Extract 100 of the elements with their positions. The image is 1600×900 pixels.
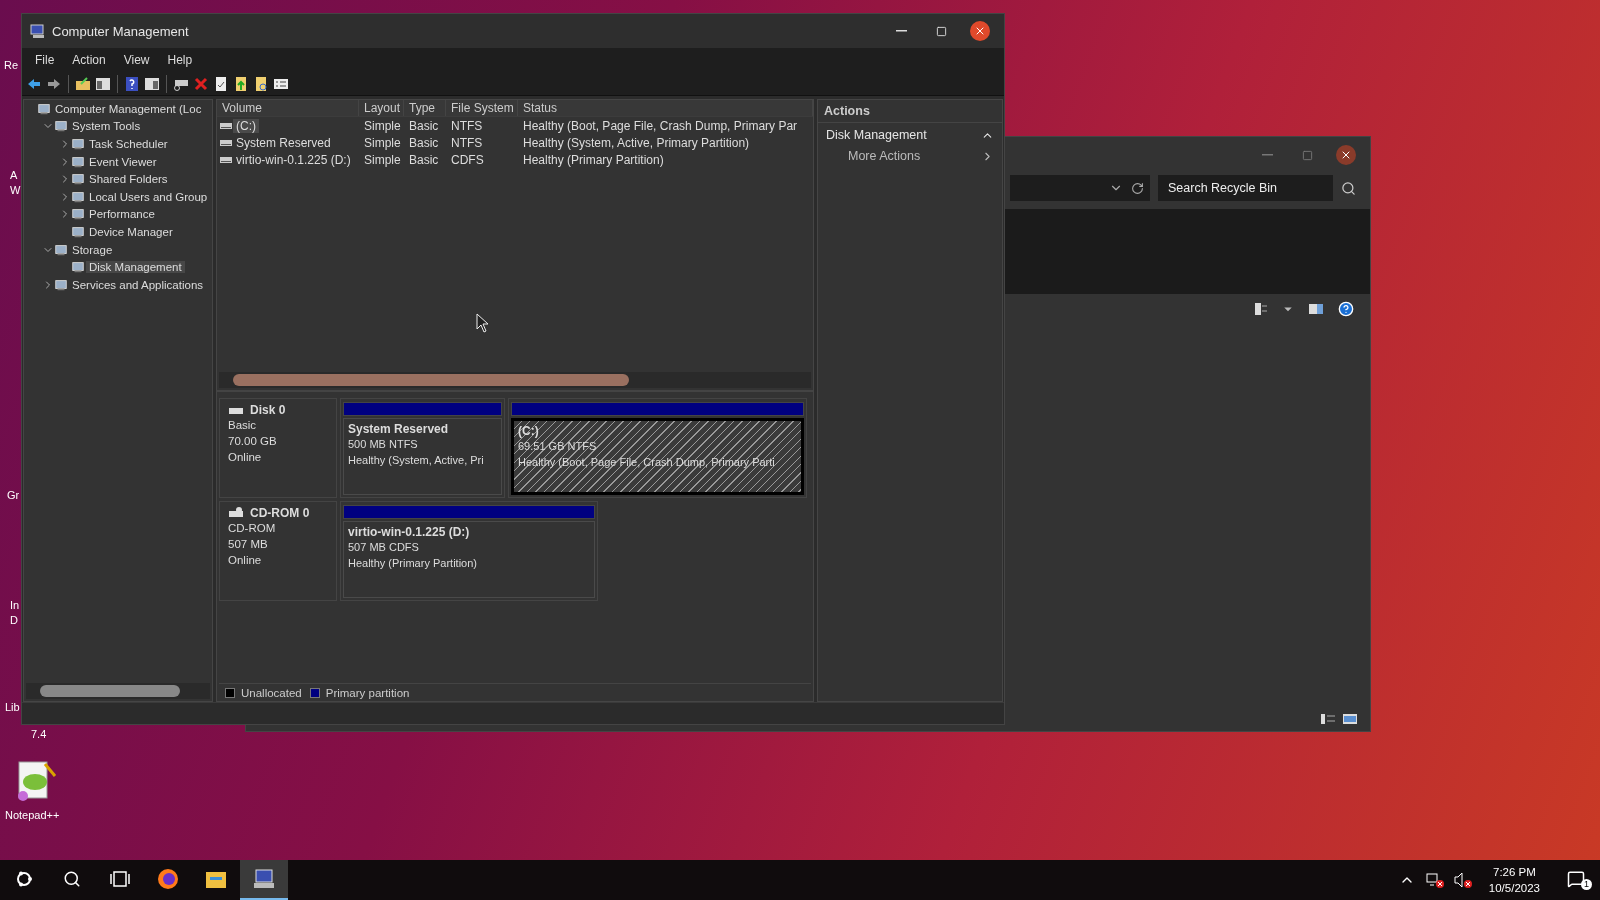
notifications-icon — [1567, 870, 1585, 888]
details-view-icon[interactable] — [1320, 711, 1336, 727]
browser-icon — [156, 867, 180, 891]
tree-item[interactable]: System Tools — [69, 120, 144, 133]
tree-item[interactable]: Device Manager — [86, 225, 176, 238]
desktop-icon-label[interactable]: In — [10, 598, 20, 613]
tree-item[interactable]: Disk Management — [86, 261, 185, 274]
tool-icon — [71, 260, 85, 275]
drive-icon — [228, 506, 244, 520]
address-field[interactable] — [1010, 175, 1150, 201]
tool-icon — [37, 101, 51, 116]
export-icon[interactable] — [233, 75, 249, 92]
table-cell-text: Basic — [408, 152, 440, 167]
menu-item[interactable]: View — [114, 53, 159, 67]
app-icon — [30, 23, 46, 39]
view-options-icon[interactable] — [1252, 301, 1268, 317]
search-icon — [63, 870, 81, 888]
network-error-icon[interactable] — [1424, 871, 1445, 889]
actions-title: Actions — [818, 100, 1002, 123]
table-cell-text: CDFS — [450, 152, 485, 167]
table-cell-text: Basic — [408, 135, 440, 150]
table-cell[interactable]: virtio-win-0.1.225 (D:) — [233, 152, 354, 167]
table-cell[interactable]: System Reserved — [233, 135, 334, 150]
search-icon[interactable] — [1341, 180, 1356, 196]
close-icon — [1340, 149, 1352, 161]
column-header[interactable]: Layout — [359, 100, 404, 116]
search-field[interactable]: Search Recycle Bin — [1158, 175, 1333, 201]
table-cell[interactable]: (C:) — [233, 118, 259, 133]
minimize-icon — [895, 30, 907, 32]
folder-icon[interactable] — [75, 75, 91, 92]
legend-label: Primary partition — [325, 686, 410, 699]
minimize-icon — [1261, 154, 1273, 156]
tree-item[interactable]: Task Scheduler — [86, 138, 171, 150]
tree-item[interactable]: Performance — [86, 208, 158, 221]
tool-icon — [71, 207, 85, 222]
partition-block[interactable]: virtio-win-0.1.225 (D:) 507 MB CDFS Healthy (Primary Partition) — [343, 521, 595, 598]
notifications-button[interactable]: 1 — [1552, 860, 1600, 900]
notepad-icon[interactable] — [15, 760, 57, 802]
table-cell-text: Healthy (Boot, Page File, Crash Dump, Primary Par — [522, 118, 799, 133]
disk-name: Disk 0 — [250, 403, 286, 417]
column-header[interactable]: Volume — [217, 100, 359, 116]
desktop-icon-label[interactable]: D — [10, 613, 18, 628]
table-cell-text: Healthy (Primary Partition) — [522, 152, 665, 167]
speaker-muted-icon[interactable] — [1452, 871, 1473, 889]
large-icons-view-icon[interactable] — [1342, 711, 1358, 727]
desktop-icon-label[interactable]: Lib — [5, 700, 20, 715]
properties-icon[interactable] — [213, 75, 229, 92]
tree-item[interactable]: Shared Folders — [86, 173, 171, 186]
help-icon[interactable] — [124, 75, 140, 92]
partition-name: System Reserved — [348, 422, 450, 436]
partition-size: 500 MB NTFS — [348, 437, 419, 452]
tree-item[interactable]: Event Viewer — [86, 155, 160, 168]
disk-size: 507 MB — [228, 537, 269, 552]
disk-info-panel[interactable]: CD-ROM 0 CD-ROM 507 MB Online — [219, 501, 337, 601]
desktop-icon-label[interactable]: A — [10, 168, 18, 183]
desktop-icon-label[interactable]: Gr — [7, 488, 20, 503]
taskbar-app-button[interactable] — [240, 860, 288, 900]
disk-info-panel[interactable]: Disk 0 Basic 70.00 GB Online — [219, 398, 337, 498]
disk-type: CD-ROM — [228, 521, 277, 536]
tool-icon — [71, 172, 85, 187]
column-header[interactable]: File System — [446, 100, 518, 116]
preview-pane-icon[interactable] — [1308, 301, 1324, 317]
find-icon[interactable] — [253, 75, 269, 92]
clock[interactable]: 7:26 PM 10/5/2023 — [1476, 864, 1552, 896]
tree-pane-icon[interactable] — [95, 75, 111, 92]
refresh-icon[interactable] — [1131, 181, 1144, 195]
table-cell-text: Simple — [363, 135, 402, 150]
tree-item[interactable]: Local Users and Group — [86, 190, 211, 203]
menu-item[interactable]: Action — [63, 53, 115, 67]
tree-item[interactable]: Storage — [69, 243, 116, 256]
action-section[interactable]: Disk Management — [818, 123, 1002, 147]
window-title: Computer Management — [52, 23, 190, 39]
scrollbar[interactable] — [26, 683, 210, 699]
table-cell-text: Simple — [363, 152, 402, 167]
maximize-icon — [1301, 149, 1313, 161]
tree-item[interactable]: Computer Management (Loc — [52, 102, 205, 115]
action-pane-icon[interactable] — [144, 75, 160, 92]
desktop-icon-label[interactable]: 7.4 — [31, 727, 47, 742]
column-header[interactable]: Status — [518, 100, 813, 116]
desktop-icon-label[interactable]: Re — [4, 58, 19, 73]
partition-size: 507 MB CDFS — [348, 540, 420, 555]
task-view-icon — [110, 870, 130, 888]
menu-item[interactable]: Help — [158, 53, 202, 67]
help-icon[interactable] — [1338, 301, 1354, 317]
tool-icon — [54, 242, 68, 257]
partition-block[interactable]: System Reserved 500 MB NTFS Healthy (System, Active, Pri — [343, 418, 502, 495]
delete-icon[interactable] — [193, 75, 209, 92]
table-cell-text: NTFS — [450, 135, 484, 150]
close-button[interactable] — [970, 21, 990, 41]
disk-size: 70.00 GB — [228, 434, 278, 449]
table-cell-text: Healthy (System, Active, Primary Partition) — [522, 135, 751, 150]
desktop-icon-label[interactable]: Notepad++ — [5, 808, 60, 823]
tree-item[interactable]: Services and Applications — [69, 278, 207, 291]
close-button[interactable] — [1336, 145, 1356, 165]
column-header[interactable]: Type — [404, 100, 446, 116]
action-item[interactable]: More Actions — [818, 147, 1002, 165]
desktop-icon-label[interactable]: W — [10, 183, 21, 198]
close-icon — [974, 25, 986, 37]
menu-item[interactable]: File — [26, 53, 64, 67]
scrollbar[interactable] — [219, 372, 811, 388]
